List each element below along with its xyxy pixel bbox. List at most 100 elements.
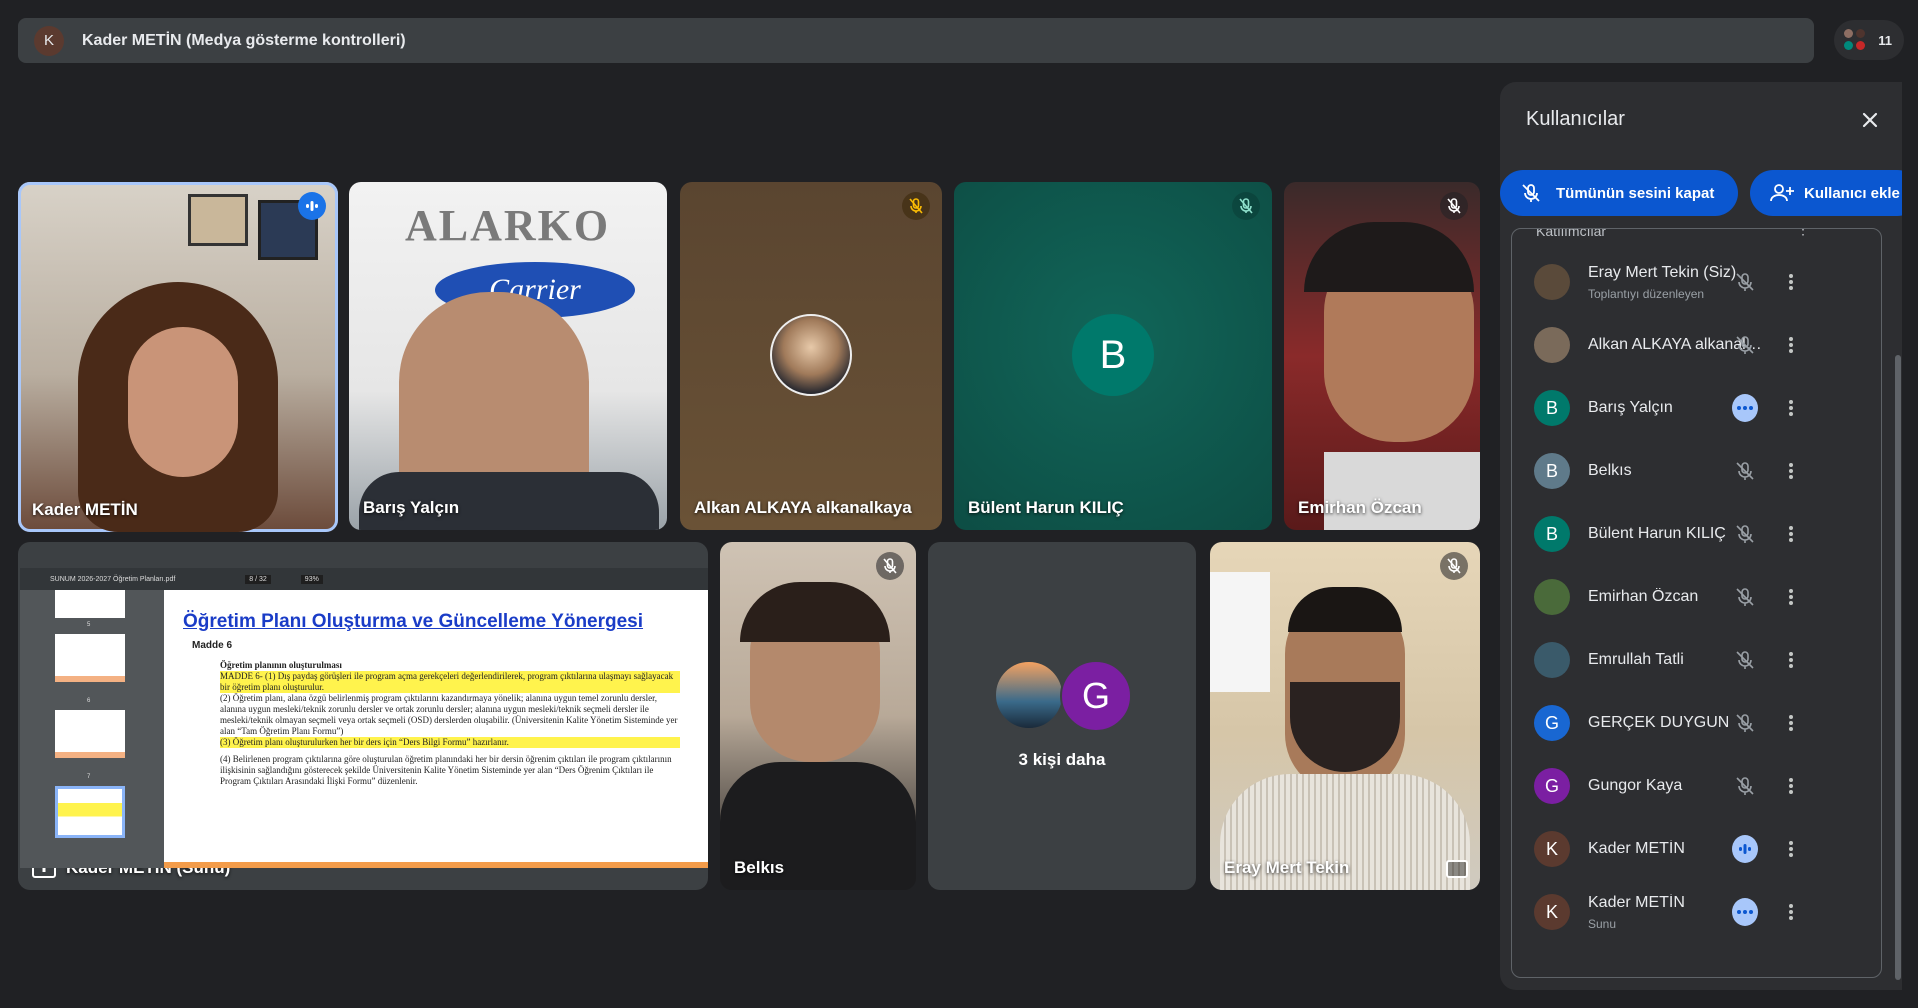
mic-off-icon <box>1732 458 1758 484</box>
kebab-menu-icon[interactable] <box>1778 584 1804 610</box>
pdf-toolbar: SUNUM 2026-2027 Öğretim Planları.pdf 8 /… <box>20 568 708 590</box>
video-tile-baris[interactable]: ALARKO Carrier Barış Yalçın <box>349 182 667 530</box>
close-icon[interactable] <box>1856 106 1884 134</box>
muted-mic-icon <box>1232 192 1260 220</box>
video-tile-eray[interactable]: Eray Mert Tekin <box>1210 542 1480 890</box>
person-hair <box>740 582 890 642</box>
participant-row[interactable]: B Belkıs <box>1512 440 1881 503</box>
mute-all-label: Tümünün sesini kapat <box>1556 184 1715 202</box>
participant-avatar <box>1534 642 1570 678</box>
participant-avatar <box>1534 579 1570 615</box>
kebab-menu-icon[interactable] <box>1778 773 1804 799</box>
participant-avatar <box>770 314 852 396</box>
participant-row[interactable]: G GERÇEK DUYGUN <box>1512 692 1881 755</box>
pdf-thumbnail[interactable] <box>55 634 125 682</box>
section-label: Katılımcılar <box>1536 228 1607 239</box>
pdf-paragraph: (2) Öğretim planı, alana özgü belirlenmi… <box>220 693 678 736</box>
participant-role: Toplantıyı düzenleyen <box>1588 287 1705 301</box>
participant-row[interactable]: Emirhan Özcan <box>1512 566 1881 629</box>
participant-role: Sunu <box>1588 917 1617 931</box>
participant-row[interactable]: B Bülent Harun KILIÇ <box>1512 503 1881 566</box>
kebab-menu-icon[interactable] <box>1778 395 1804 421</box>
picture-in-picture-icon[interactable] <box>1446 860 1468 878</box>
muted-mic-icon <box>1440 192 1468 220</box>
tile-name: Emirhan Özcan <box>1298 498 1422 517</box>
kebab-menu-icon[interactable] <box>1778 647 1804 673</box>
participant-count: 11 <box>1878 32 1892 48</box>
pdf-thumbnails[interactable]: 5 6 7 <box>20 590 164 868</box>
kebab-menu-icon[interactable] <box>1778 836 1804 862</box>
pdf-body: Öğretim planının oluşturulması MADDE 6- … <box>220 660 680 787</box>
kebab-menu-icon[interactable] <box>1778 521 1804 547</box>
pdf-zoom-level[interactable]: 93% <box>300 574 323 584</box>
participant-row[interactable]: G Gungor Kaya <box>1512 755 1881 818</box>
video-tile-kader[interactable]: Kader METİN <box>18 182 338 532</box>
participant-row[interactable]: B Barış Yalçın <box>1512 377 1881 440</box>
media-controls-title: Kader METİN (Medya gösterme kontrolleri) <box>82 31 406 49</box>
pdf-article: Madde 6 <box>192 640 233 651</box>
participant-row[interactable]: Alkan ALKAYA alkanalka... <box>1512 314 1881 377</box>
participant-avatar: G <box>1060 660 1132 732</box>
mic-off-icon <box>1732 647 1758 673</box>
participant-avatar: B <box>1534 453 1570 489</box>
pdf-paragraph: MADDE 6- (1) Dış paydaş görüşleri ile pr… <box>220 671 680 693</box>
pdf-heading: Öğretim Planı Oluşturma ve Güncelleme Yö… <box>183 611 644 632</box>
mute-all-button[interactable]: Tümünün sesini kapat <box>1500 170 1738 216</box>
participant-avatar <box>994 660 1064 730</box>
add-user-label: Kullanıcı ekle <box>1804 184 1900 202</box>
kebab-menu-icon[interactable] <box>1778 899 1804 925</box>
tile-name: Alkan ALKAYA alkanalkaya <box>694 498 912 517</box>
tile-name: Kader METİN <box>32 500 138 519</box>
participant-count-button[interactable]: 11 <box>1834 20 1904 60</box>
participant-row[interactable]: K Kader METİN Sunu <box>1512 881 1881 944</box>
mic-off-icon <box>1732 710 1758 736</box>
panel-scrollbar[interactable] <box>1895 355 1901 980</box>
participant-avatar: G <box>1534 705 1570 741</box>
kebab-menu-icon[interactable] <box>1778 710 1804 736</box>
video-tile-more-people[interactable]: G 3 kişi daha <box>928 542 1196 890</box>
pdf-paragraph: (3) Öğretim planı oluşturulurken her bir… <box>220 737 680 748</box>
muted-mic-icon <box>902 192 930 220</box>
speaking-indicator-icon <box>298 192 326 220</box>
pdf-thumbnail[interactable] <box>55 590 125 618</box>
more-people-label: 3 kişi daha <box>1018 750 1106 769</box>
participant-row[interactable]: Eray Mert Tekin (Siz) Toplantıyı düzenley… <box>1512 251 1881 314</box>
participants-list: Katılımcılar ⋮ ⌃ Eray Mert Tekin (Siz) To… <box>1511 228 1882 978</box>
kebab-menu-icon[interactable] <box>1778 458 1804 484</box>
participant-row[interactable]: K Kader METİN <box>1512 818 1881 881</box>
video-tile-bulent[interactable]: B Bülent Harun KILIÇ <box>954 182 1272 530</box>
collapse-icon[interactable]: ⌃ <box>1836 229 1848 238</box>
participants-panel: Kullanıcılar Tümünün sesini kapat Kullan… <box>1500 82 1902 990</box>
alarko-logo: ALARKO <box>405 201 611 250</box>
tile-name: Barış Yalçın <box>363 498 460 517</box>
participant-avatar <box>1534 327 1570 363</box>
video-tile-alkan[interactable]: Alkan ALKAYA alkanalkaya <box>680 182 942 530</box>
video-tile-belkis[interactable]: Belkıs <box>720 542 916 890</box>
more-options-icon[interactable] <box>1732 394 1758 422</box>
pdf-thumbnail-current[interactable] <box>55 786 125 838</box>
pdf-file-name: SUNUM 2026-2027 Öğretim Planları.pdf <box>50 575 176 583</box>
kebab-menu-icon[interactable] <box>1778 332 1804 358</box>
person-shirt <box>1324 452 1480 530</box>
section-count-icon: ⋮ <box>1796 228 1810 237</box>
media-controls-bar[interactable]: K Kader METİN (Medya gösterme kontroller… <box>18 18 1814 63</box>
more-options-icon[interactable] <box>1732 898 1758 926</box>
thumb-number: 6 <box>87 698 91 704</box>
participant-avatar: B <box>1534 516 1570 552</box>
person-hair <box>1304 222 1474 292</box>
pdf-footer-bar <box>164 862 708 868</box>
mic-off-icon <box>1732 584 1758 610</box>
participant-row[interactable]: Emrullah Tatli <box>1512 629 1881 692</box>
muted-mic-icon <box>1440 552 1468 580</box>
shared-pdf-document[interactable]: SUNUM 2026-2027 Öğretim Planları.pdf 8 /… <box>20 568 708 868</box>
participants-section-header[interactable]: Katılımcılar ⋮ ⌃ <box>1520 228 1875 249</box>
add-person-icon <box>1770 184 1794 202</box>
kebab-menu-icon[interactable] <box>1778 269 1804 295</box>
add-user-button[interactable]: Kullanıcı ekle <box>1750 170 1902 216</box>
video-tile-emirhan[interactable]: Emirhan Özcan <box>1284 182 1480 530</box>
participant-avatar: K <box>1534 894 1570 930</box>
pdf-page-indicator[interactable]: 8 / 32 <box>245 574 271 584</box>
pdf-thumbnail[interactable] <box>55 710 125 758</box>
speaking-indicator-icon <box>1732 835 1758 863</box>
window <box>1210 572 1270 692</box>
